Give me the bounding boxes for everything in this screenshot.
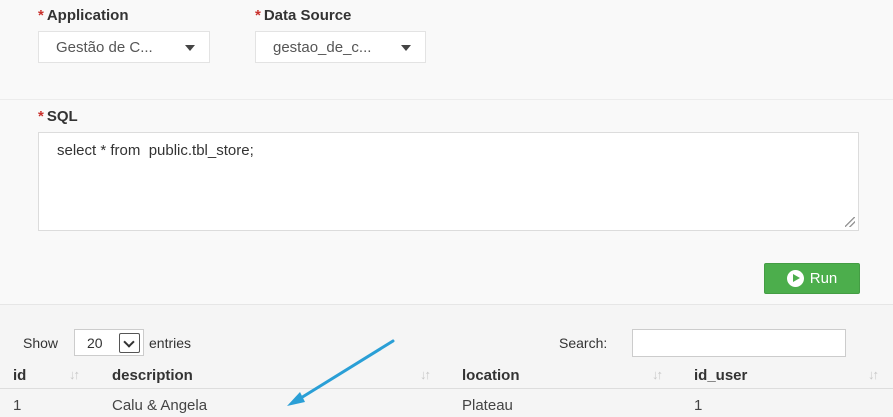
caret-down-icon — [185, 45, 195, 51]
table-cell-id-user: 1 — [694, 397, 703, 414]
data-source-select[interactable]: gestao_de_c... — [255, 31, 426, 63]
sort-icon[interactable]: ↓↑ — [652, 367, 663, 382]
sql-label: * SQL — [38, 108, 78, 125]
run-button-label: Run — [809, 270, 838, 287]
show-label: Show — [23, 335, 59, 351]
table-header-divider — [0, 388, 893, 389]
required-mark: * — [38, 108, 44, 125]
search-input[interactable] — [632, 329, 846, 357]
required-mark: * — [255, 7, 261, 24]
entries-label: entries — [149, 335, 192, 351]
sort-icon[interactable]: ↓↑ — [420, 367, 431, 382]
table-cell-description: Calu & Angela — [112, 397, 208, 414]
column-header-location[interactable]: location — [462, 367, 520, 384]
sort-icon[interactable]: ↓↑ — [868, 367, 879, 382]
run-button[interactable]: Run — [764, 263, 860, 294]
sort-icon[interactable]: ↓↑ — [69, 367, 80, 382]
table-cell-id: 1 — [13, 397, 22, 414]
application-select-value: Gestão de C... — [56, 38, 153, 56]
column-header-id[interactable]: id — [13, 367, 26, 384]
page-size-value: 20 — [87, 334, 103, 351]
table-cell-location: Plateau — [462, 397, 513, 414]
application-label: * Application — [38, 7, 129, 24]
search-label: Search: — [559, 335, 608, 351]
sql-textarea[interactable]: select * from public.tbl_store; — [38, 132, 859, 231]
required-mark: * — [38, 7, 44, 24]
sql-text: select * from public.tbl_store; — [57, 142, 254, 159]
column-header-id-user[interactable]: id_user — [694, 367, 747, 384]
chevron-down-icon — [119, 333, 140, 353]
application-select[interactable]: Gestão de C... — [38, 31, 210, 63]
data-source-select-value: gestao_de_c... — [273, 38, 372, 56]
caret-down-icon — [401, 45, 411, 51]
page-size-select[interactable]: 20 — [74, 329, 144, 356]
play-circle-icon — [786, 270, 804, 287]
column-header-description[interactable]: description — [112, 367, 193, 384]
resize-handle-icon[interactable] — [845, 217, 855, 227]
data-source-label: * Data Source — [255, 7, 352, 24]
